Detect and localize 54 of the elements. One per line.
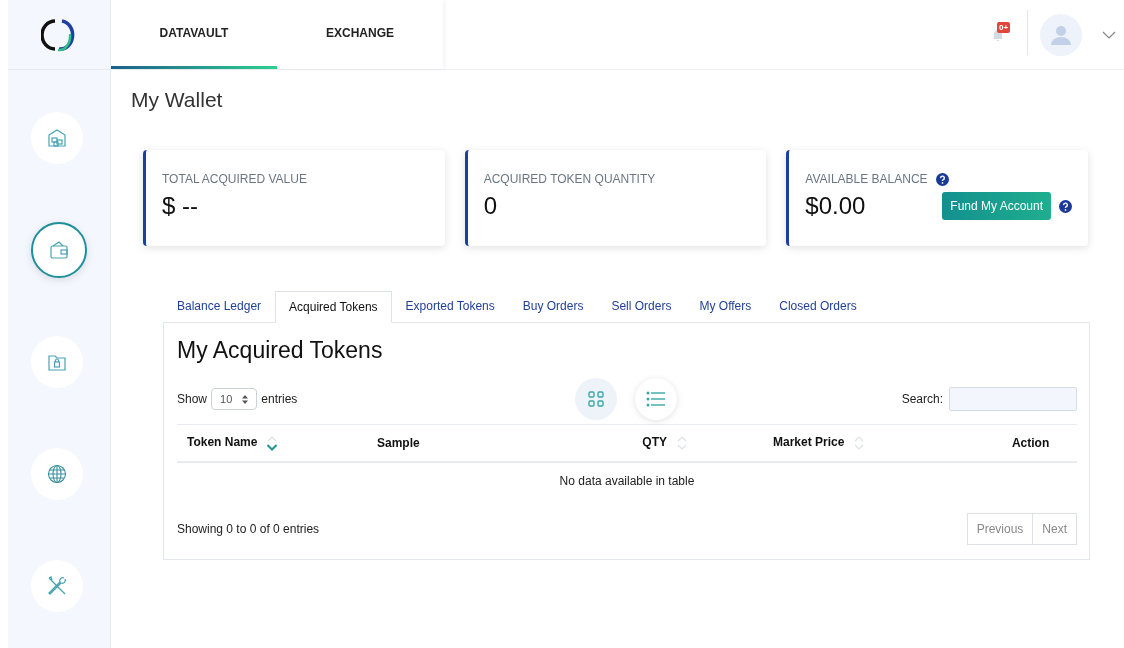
help-icon[interactable] [1059,199,1072,213]
search-field[interactable] [949,387,1077,411]
notification-badge: 0+ [997,22,1011,33]
show-label: Show [177,392,208,406]
tab[interactable]: Acquired Tokens [275,291,392,323]
card-label: TOTAL ACQUIRED VALUE [162,172,307,186]
grid-view-button[interactable] [575,378,617,420]
sidebar-wallet-button[interactable] [31,222,87,278]
avatar[interactable] [1040,13,1082,56]
logo-icon [41,17,77,52]
wallet-icon [49,241,69,259]
panel-title: My Acquired Tokens [177,337,384,364]
tab[interactable]: Buy Orders [508,290,598,322]
empty-message: No data available in table [177,462,1077,499]
tab[interactable]: Balance Ledger [163,290,276,322]
search-label: Search: [901,392,943,406]
help-icon[interactable] [935,172,949,186]
column-header[interactable]: QTY [617,424,697,462]
sort-arrows-icon [242,394,249,404]
top-tab[interactable]: EXCHANGE [277,0,443,69]
top-tab[interactable]: DATAVAULT [111,0,277,69]
column-header[interactable]: Token Name [177,424,367,462]
entries-label: entries [261,392,298,406]
page-title: My Wallet [131,88,224,112]
card-label: AVAILABLE BALANCE [805,172,928,186]
sort-icon [854,435,865,451]
chevron-down-icon[interactable] [1102,30,1116,39]
column-header[interactable]: Market Price [697,424,985,462]
column-header[interactable]: Action [984,424,1077,462]
page-size-select[interactable]: 10 [211,388,258,410]
tab[interactable]: Exported Tokens [391,290,509,322]
sidebar-warehouse-button[interactable] [31,112,83,164]
column-header[interactable]: Sample [367,424,617,462]
tab[interactable]: Closed Orders [765,290,871,322]
sort-ascending-icon [267,435,278,451]
warehouse-icon [47,128,67,148]
card-value: $ -- [162,192,198,220]
sort-icon [677,435,687,451]
globe-icon [47,464,67,484]
folder-lock-icon [47,353,67,371]
table-info: Showing 0 to 0 of 0 entries [177,522,320,536]
list-icon [646,391,666,407]
tab[interactable]: Sell Orders [597,290,686,322]
tab[interactable]: My Offers [685,290,766,322]
card-value: $0.00 [805,192,866,220]
list-view-button[interactable] [635,378,677,420]
sidebar-tools-button[interactable] [31,560,83,612]
card-label: ACQUIRED TOKEN QUANTITY [483,172,656,186]
user-icon [1050,24,1072,45]
sidebar-globe-button[interactable] [31,448,83,500]
grid-icon [588,391,604,407]
sidebar-folder-lock-button[interactable] [31,336,83,388]
tools-icon [46,575,68,597]
card-value: 0 [483,192,498,220]
